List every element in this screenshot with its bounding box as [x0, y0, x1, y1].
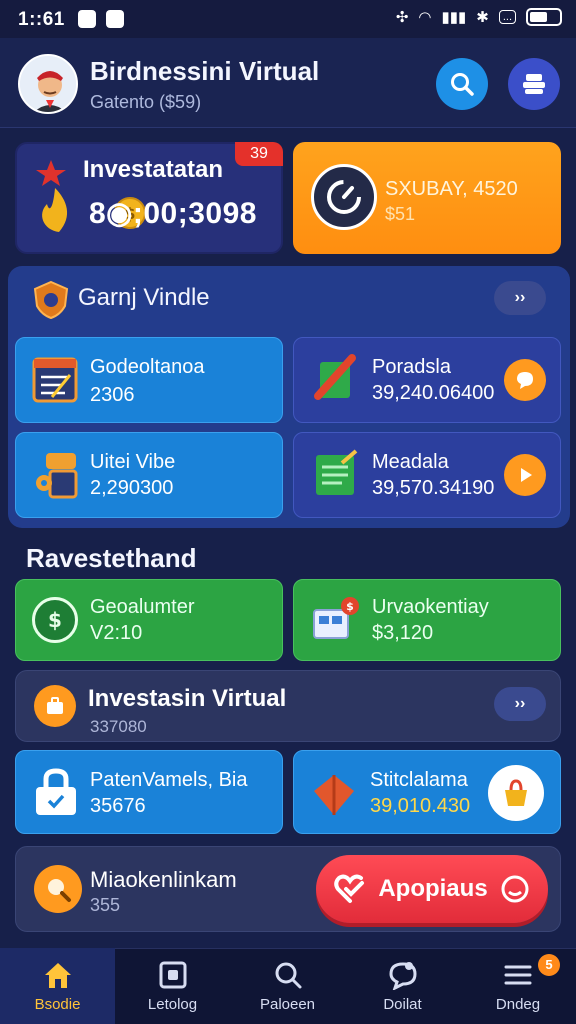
investment-value: 8◉;00;3098: [89, 197, 257, 230]
lock-icon: [36, 768, 76, 815]
miaokenlinkam-value: 355: [90, 895, 121, 915]
panel-more-button[interactable]: ››: [494, 281, 546, 315]
apply-button-label: Apopiaus: [378, 875, 488, 902]
tile-stitclalama[interactable]: Stitclalama 39,010.430: [293, 750, 561, 834]
search-icon: [275, 962, 301, 988]
nav-label: Dndeg: [495, 995, 541, 1013]
investasin-value: 337080: [90, 717, 147, 736]
chat-bubble-icon[interactable]: [504, 359, 546, 401]
nav-label: Bsodie: [34, 995, 81, 1013]
investasin-row[interactable]: Investasin Virtual 337080 ››: [15, 670, 561, 742]
wifi-icon: ◠: [418, 9, 432, 26]
app-notification-icon: [106, 10, 124, 28]
search-button[interactable]: [436, 58, 488, 110]
play-icon[interactable]: [504, 454, 546, 496]
tile-meadala[interactable]: Meadala 39,570.34190: [293, 432, 561, 518]
tile-value: $3,120: [372, 622, 434, 644]
nav-chat[interactable]: Doilat: [345, 948, 460, 1024]
chat-icon: [388, 961, 417, 990]
profile-menu-button[interactable]: [508, 58, 560, 110]
square-icon: [159, 961, 186, 988]
heart-check-icon: [334, 874, 365, 903]
gear-cart-icon: [36, 453, 78, 499]
tile-label: Urvaokentiay: [372, 596, 489, 618]
tag-icon: [314, 775, 354, 815]
briefcase-icon: [34, 685, 76, 727]
tile-label: Godeoltanoa: [90, 356, 205, 378]
tile-value: 2,290300: [90, 477, 174, 499]
stack-icon: [523, 74, 545, 94]
battery-saver-icon: ...: [498, 10, 516, 24]
flame-star-icon: [36, 160, 68, 232]
search-icon: [451, 73, 474, 96]
nav-label: Paloeen: [259, 995, 316, 1013]
tile-label: Geoalumter: [90, 596, 195, 618]
magnifier-icon: [34, 865, 82, 913]
tile-uitei-vibe[interactable]: Uitei Vibe 2,290300: [15, 432, 283, 518]
pencil-icon: [314, 354, 356, 400]
promo-card[interactable]: SXUBAY, 4520 $51: [293, 142, 561, 254]
page-title: Birdnessini Virtual: [90, 56, 320, 86]
avatar[interactable]: [18, 54, 78, 114]
svg-text:$: $: [48, 608, 62, 632]
investment-title: Investatatan: [83, 156, 224, 183]
nav-search[interactable]: Paloeen: [230, 948, 345, 1024]
tile-godeoltanoa[interactable]: Godeoltanoa 2306: [15, 337, 283, 423]
tile-value: 39,010.430: [370, 795, 471, 817]
battery-icon: [526, 8, 562, 26]
tile-label: PatenVamels, Bia: [90, 769, 248, 791]
signal-icon: ▮▮▮: [441, 9, 467, 26]
section-title: Ravestethand: [26, 543, 197, 573]
count-badge: 39: [235, 142, 283, 166]
home-icon: [44, 962, 71, 988]
shield-icon: [33, 280, 69, 320]
app-header: Birdnessini Virtual Gatento ($59): [0, 38, 576, 128]
status-time: 1::61: [18, 9, 65, 30]
hamburger-menu-icon: [504, 965, 532, 984]
nav-home[interactable]: Bsodie: [0, 948, 115, 1024]
tile-value: 39,240.06400: [372, 382, 495, 404]
miaokenlinkam-label: Miaokenlinkam: [90, 867, 237, 892]
bluetooth-icon: ✱: [476, 9, 489, 26]
tile-label: Poradsla: [372, 356, 451, 378]
tile-label: Stitclalama: [370, 769, 468, 791]
tile-value: 39,570.34190: [372, 477, 495, 499]
apply-button[interactable]: Apopiaus: [316, 855, 548, 923]
investasin-title: Investasin Virtual: [88, 685, 287, 712]
tile-label: Uitei Vibe: [90, 451, 176, 473]
tile-poradsla[interactable]: Poradsla 39,240.06400: [293, 337, 561, 423]
smile-icon: [501, 875, 529, 903]
tile-value: 2306: [90, 384, 135, 406]
tile-geoalumter[interactable]: $ Geoalumter V2:10: [15, 579, 283, 661]
promo-subtitle: $51: [385, 204, 416, 224]
gauge-icon: [311, 164, 377, 230]
tile-patenvamels[interactable]: PatenVamels, Bia 35676: [15, 750, 283, 834]
cash-register-icon: $: [313, 597, 359, 639]
shopping-bag-icon[interactable]: [488, 765, 544, 821]
page-subtitle: Gatento ($59): [90, 92, 202, 112]
notification-badge: 5: [538, 954, 560, 976]
tile-value: 35676: [90, 795, 146, 817]
notification-icon: [78, 10, 96, 28]
promo-title: SXUBAY, 4520: [385, 178, 518, 200]
tile-urvaokentiay[interactable]: $ Urvaokentiay $3,120: [293, 579, 561, 661]
nav-label: Doilat: [383, 995, 422, 1013]
tile-label: Meadala: [372, 451, 449, 473]
tile-value: V2:10: [90, 622, 143, 644]
nav-catalog[interactable]: Letolog: [115, 948, 230, 1024]
panel-title: Garnj Vindle: [78, 284, 210, 311]
investment-card[interactable]: 39 Investatatan $ 8◉;00;3098: [15, 142, 283, 254]
investasin-more-button[interactable]: ››: [494, 687, 546, 721]
nav-label: Letolog: [147, 995, 198, 1013]
chart-document-icon: [32, 357, 78, 403]
alarm-icon: ✣: [395, 9, 409, 26]
notebook-icon: [316, 449, 358, 495]
status-icons: ✣ ◠ ▮▮▮ ✱ ...: [396, 8, 562, 26]
dollar-icon: $: [32, 597, 78, 643]
svg-text:$: $: [346, 600, 354, 613]
